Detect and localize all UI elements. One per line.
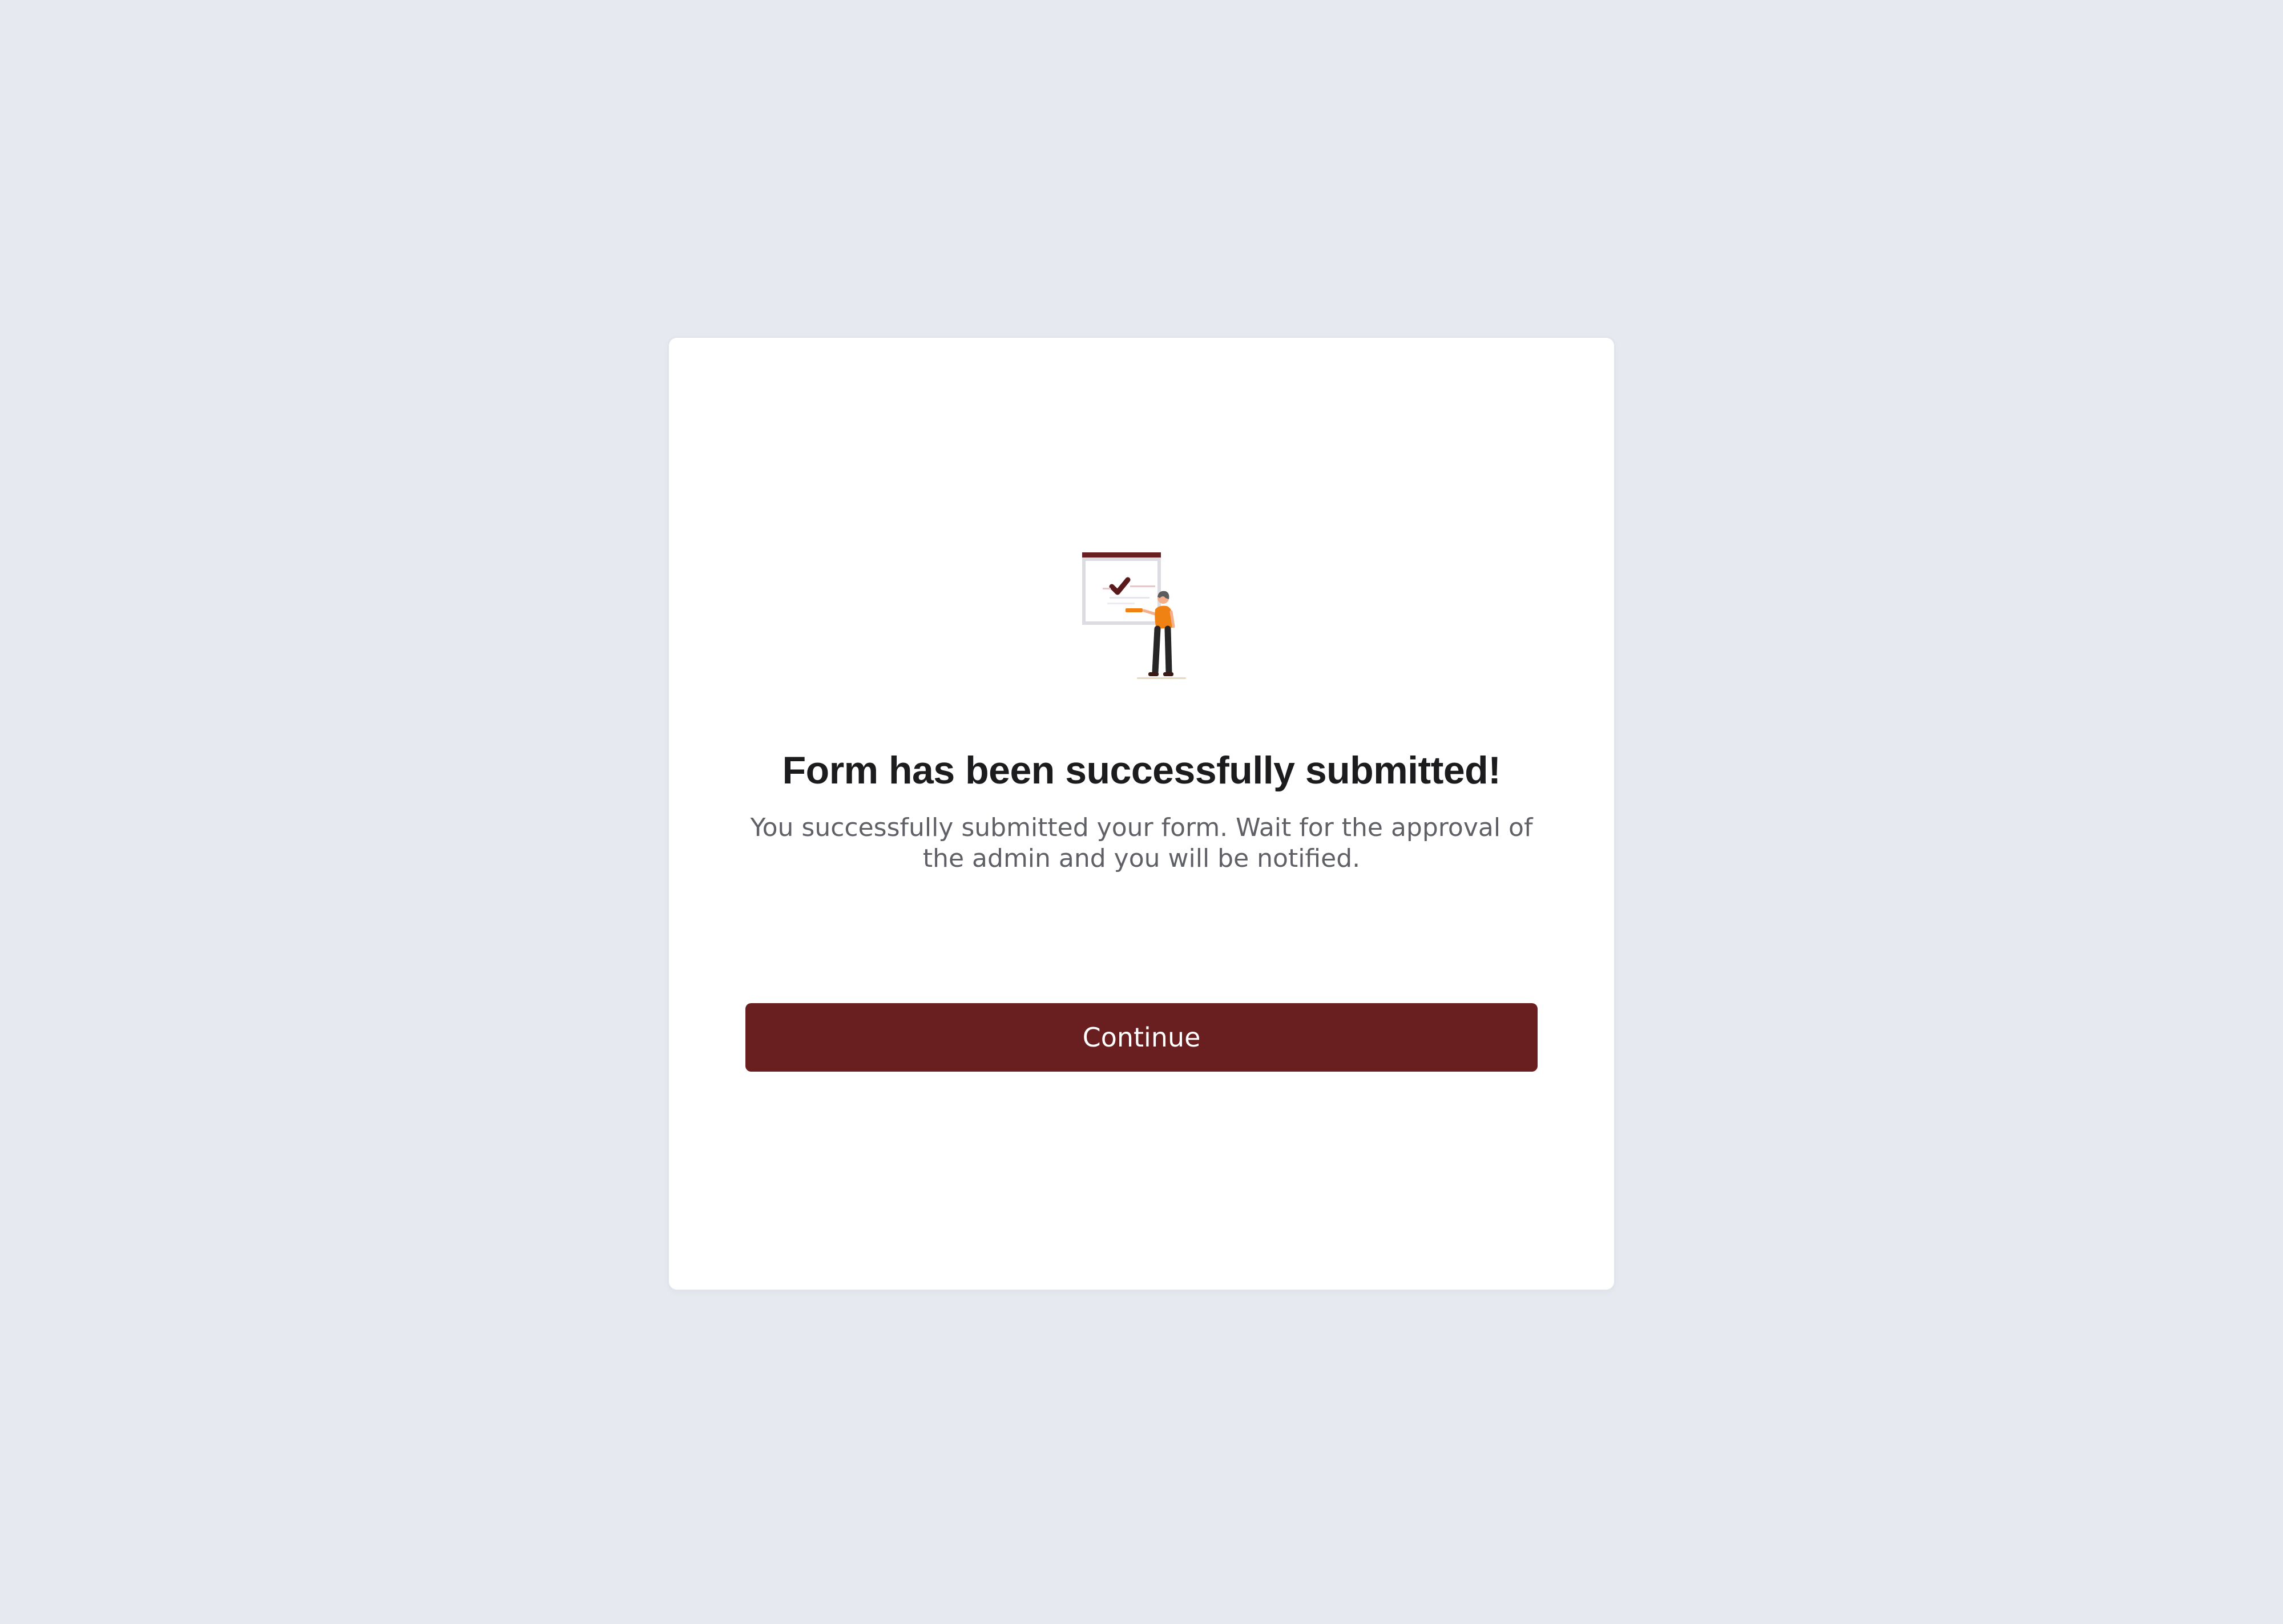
success-card: Form has been successfully submitted! Yo… [669,338,1614,1290]
page-title: Form has been successfully submitted! [782,749,1501,792]
confirmation-message: You successfully submitted your form. Wa… [750,813,1533,873]
form-submitted-illustration [1082,552,1201,682]
continue-button[interactable]: Continue [745,1003,1538,1072]
